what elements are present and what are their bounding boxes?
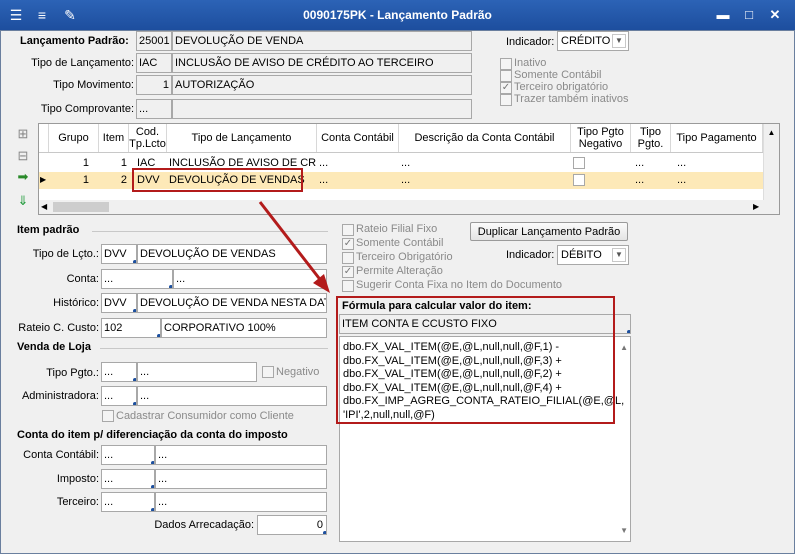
- imposto-label: Imposto:: [56, 473, 99, 485]
- negativo-checkbox[interactable]: [262, 366, 274, 378]
- dados-arrecadacao-label: Dados Arrecadação:: [154, 519, 254, 531]
- adm-code-field[interactable]: ...: [101, 386, 137, 406]
- loja-tipo-pgto-code[interactable]: ...: [101, 362, 137, 382]
- adm-label: Administradora:: [21, 390, 99, 402]
- conta-item-section-title: Conta do item p/ diferenciação da conta …: [17, 429, 288, 441]
- terceiro-code[interactable]: ...: [101, 492, 155, 512]
- cadastrar-checkbox[interactable]: [102, 410, 114, 422]
- negativo-label: Negativo: [276, 366, 320, 378]
- conta-contabil-desc[interactable]: ...: [155, 445, 327, 465]
- conta-contabil-code[interactable]: ...: [101, 445, 155, 465]
- imposto-desc[interactable]: ...: [155, 469, 327, 489]
- adm-desc-field[interactable]: ...: [137, 386, 327, 406]
- terceiro-label: Terceiro:: [56, 496, 99, 508]
- loja-tipo-pgto-desc[interactable]: ...: [137, 362, 257, 382]
- conta-contabil-label: Conta Contábil:: [23, 449, 99, 461]
- loja-tipo-pgto-label: Tipo Pgto.:: [46, 367, 99, 379]
- dados-arrecadacao-field[interactable]: 0: [257, 515, 327, 535]
- imposto-code[interactable]: ...: [101, 469, 155, 489]
- loja-section-title: Venda de Loja: [17, 341, 91, 353]
- terceiro-desc[interactable]: ...: [155, 492, 327, 512]
- cadastrar-label: Cadastrar Consumidor como Cliente: [116, 410, 294, 422]
